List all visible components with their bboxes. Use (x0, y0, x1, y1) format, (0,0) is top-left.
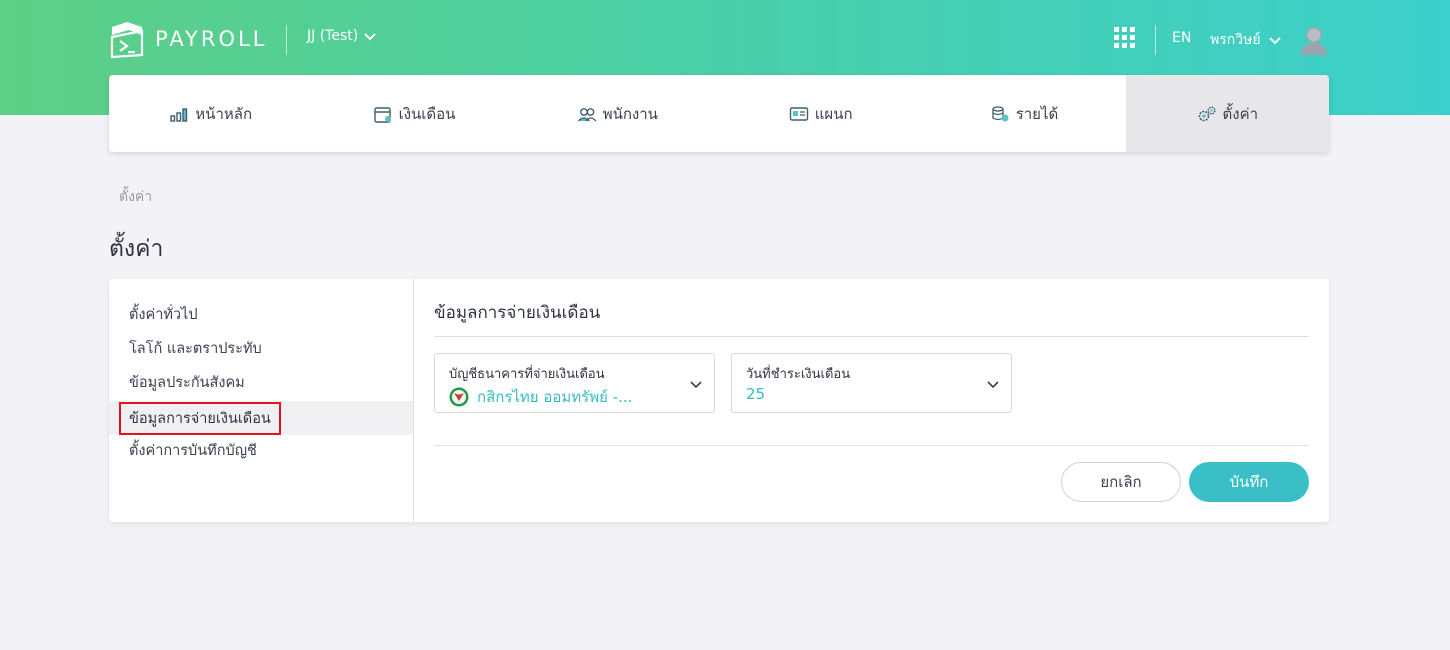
sidebar-item-general[interactable]: ตั้งค่าทั่วไป (109, 297, 413, 331)
section-title: ข้อมูลการจ่ายเงินเดือน (434, 303, 601, 323)
nav-label: พนักงาน (602, 104, 658, 123)
kasikorn-bank-icon (449, 387, 469, 407)
divider (434, 445, 1309, 446)
apps-grid-icon[interactable] (1114, 27, 1136, 49)
settings-content: ข้อมูลการจ่ายเงินเดือน บัญชีธนาคารที่จ่า… (414, 279, 1329, 522)
cancel-button[interactable]: ยกเลิก (1061, 462, 1181, 502)
nav-item-department[interactable]: แผนก (719, 75, 922, 152)
nav-item-settings[interactable]: ตั้งค่า (1125, 75, 1329, 152)
language-switch[interactable]: EN (1172, 30, 1191, 46)
breadcrumb: ตั้งค่า (119, 189, 153, 205)
company-selector[interactable]: JJ (Test) (307, 28, 376, 44)
sidebar-item-label: ตั้งค่าการบันทึกบัญชี (129, 442, 257, 459)
sidebar-item-logo-stamp[interactable]: โลโก้ และตราประทับ (109, 331, 413, 365)
top-bar: PAYROLL JJ (Test) EN พรกวิษย์ (109, 0, 1329, 76)
divider (286, 25, 287, 55)
settings-sidebar: ตั้งค่าทั่วไป โลโก้ และตราประทับ ข้อมูลป… (109, 279, 414, 522)
sidebar-item-payment-info[interactable]: ข้อมูลการจ่ายเงินเดือน (109, 401, 413, 435)
sidebar-item-label: โลโก้ และตราประทับ (129, 340, 262, 357)
nav-label: แผนก (814, 104, 853, 123)
main-nav: หน้าหลัก เงินเดือน พนักงาน แผนก รายได้ ต… (109, 75, 1329, 152)
chevron-down-icon (364, 32, 376, 40)
bank-account-select[interactable]: บัญชีธนาคารที่จ่ายเงินเดือน กสิกรไทย ออม… (434, 353, 715, 413)
app-logo[interactable]: PAYROLL (109, 19, 267, 59)
divider (434, 336, 1309, 337)
company-name: JJ (Test) (307, 28, 359, 44)
page-title: ตั้งค่า (109, 236, 164, 262)
chevron-down-icon (987, 381, 999, 389)
nav-label: รายได้ (1015, 104, 1059, 123)
sidebar-item-label: ตั้งค่าทั่วไป (129, 306, 198, 323)
save-button[interactable]: บันทึก (1189, 462, 1309, 502)
nav-item-salary[interactable]: เงินเดือน (312, 75, 515, 152)
sidebar-item-social-security[interactable]: ข้อมูลประกันสังคม (109, 365, 413, 399)
sidebar-item-label: ข้อมูลการจ่ายเงินเดือน (119, 401, 281, 435)
nav-item-income[interactable]: รายได้ (922, 75, 1125, 152)
user-menu[interactable]: พรกวิษย์ (1210, 29, 1281, 51)
logo-text: PAYROLL (155, 27, 268, 51)
nav-label: หน้าหลัก (195, 104, 253, 123)
gears-icon (1198, 105, 1216, 121)
sidebar-item-label: ข้อมูลประกันสังคม (129, 374, 245, 391)
nav-label: ตั้งค่า (1222, 104, 1259, 123)
payroll-logo-icon (110, 22, 144, 59)
field-label: บัญชีธนาคารที่จ่ายเงินเดือน (449, 367, 605, 382)
id-card-icon (789, 106, 808, 121)
dashboard-chart-icon (170, 107, 188, 122)
divider (1155, 25, 1156, 55)
avatar-icon[interactable] (1299, 24, 1329, 56)
chevron-down-icon (1268, 36, 1281, 44)
chevron-down-icon (690, 381, 702, 389)
bank-account-value: กสิกรไทย ออมทรัพย์ -... (477, 388, 633, 406)
settings-card: ตั้งค่าทั่วไป โลโก้ และตราประทับ ข้อมูลป… (109, 279, 1329, 522)
field-label: วันที่ชำระเงินเดือน (746, 367, 851, 382)
user-name: พรกวิษย์ (1210, 32, 1261, 48)
pay-day-select[interactable]: วันที่ชำระเงินเดือน 25 (731, 353, 1012, 413)
coins-icon (992, 105, 1009, 121)
nav-item-home[interactable]: หน้าหลัก (109, 75, 312, 152)
nav-item-employees[interactable]: พนักงาน (516, 75, 719, 152)
bank-account-value-row: กสิกรไทย ออมทรัพย์ -... (449, 385, 632, 409)
employees-icon (577, 107, 597, 121)
nav-label: เงินเดือน (398, 104, 456, 123)
sidebar-item-accounting[interactable]: ตั้งค่าการบันทึกบัญชี (109, 433, 413, 467)
calendar-icon (373, 106, 391, 123)
pay-day-value: 25 (746, 385, 766, 403)
